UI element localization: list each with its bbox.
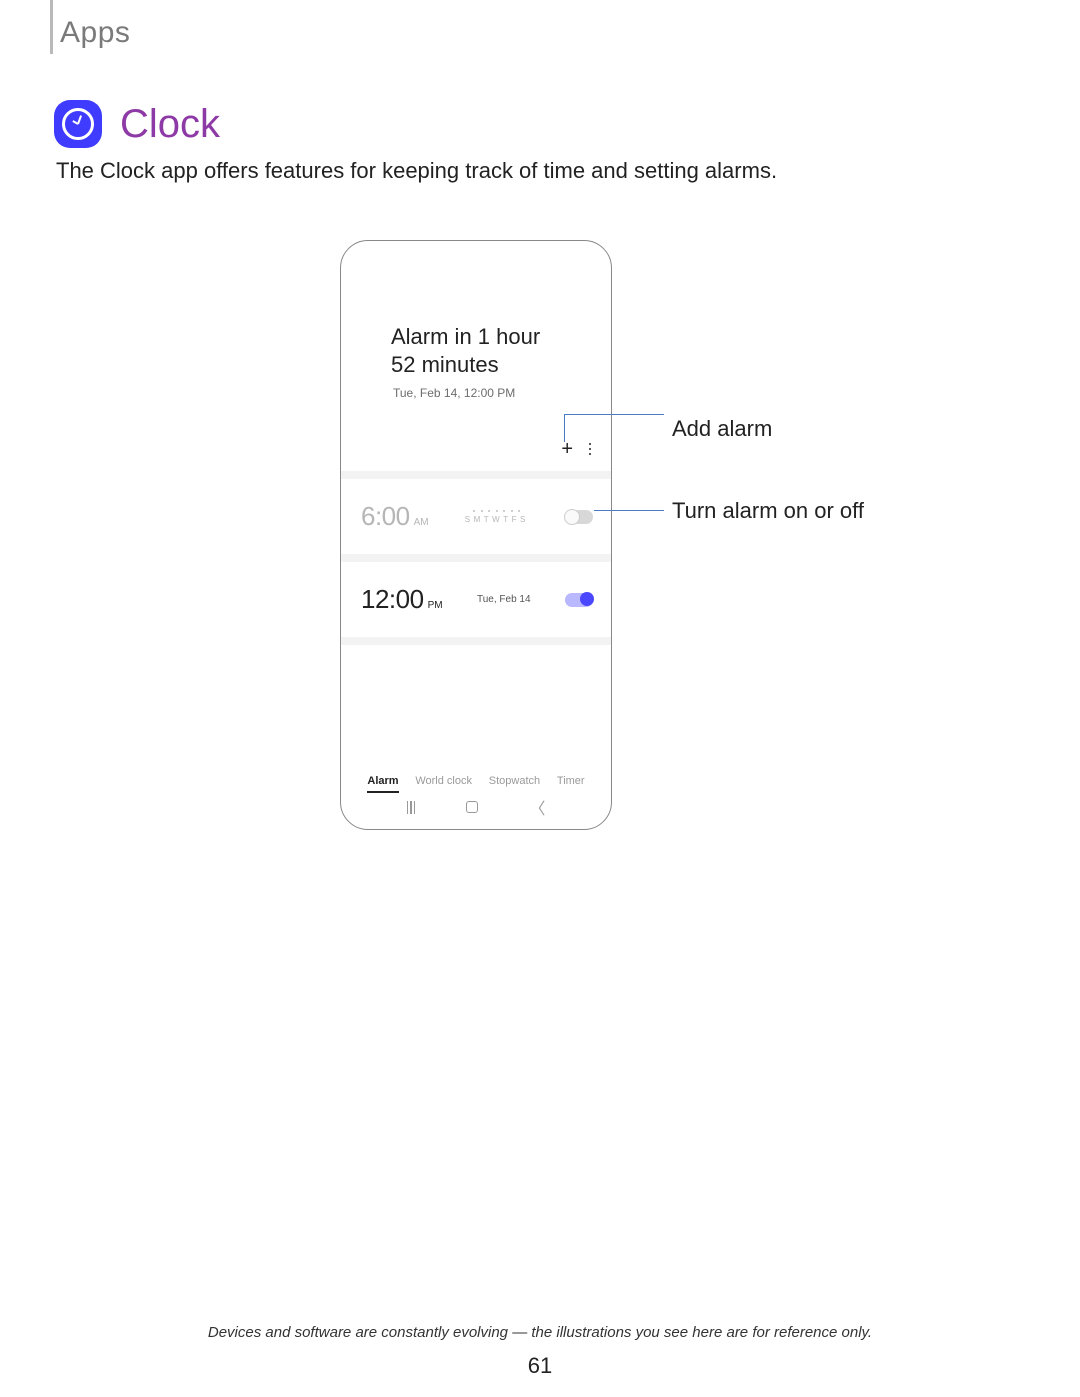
callout-add-alarm: Add alarm	[672, 416, 772, 442]
alarm-row[interactable]: 12:00 PM Tue, Feb 14	[341, 562, 611, 637]
tab-stopwatch[interactable]: Stopwatch	[489, 775, 540, 793]
alarm-time-value: 12:00	[361, 584, 424, 615]
callout-toggle-alarm: Turn alarm on or off	[672, 498, 864, 524]
title-row: Clock	[54, 100, 220, 148]
alarm-time-value: 6:00	[361, 501, 410, 532]
header-divider	[50, 0, 53, 54]
breadcrumb: Apps	[60, 16, 130, 50]
alarm-time-ampm: AM	[414, 517, 429, 528]
list-divider	[341, 554, 611, 562]
alarm-toggle[interactable]	[565, 593, 593, 607]
list-divider	[341, 471, 611, 479]
tab-timer[interactable]: Timer	[557, 775, 585, 793]
tab-alarm[interactable]: Alarm	[367, 775, 398, 793]
tab-world-clock[interactable]: World clock	[415, 775, 472, 793]
action-row: +	[561, 439, 593, 459]
alarm-days-text: SMTWTFS	[465, 515, 529, 524]
nav-recents-icon[interactable]	[407, 801, 416, 814]
list-divider	[341, 637, 611, 645]
alarm-toggle[interactable]	[565, 510, 593, 524]
bottom-tabs: Alarm World clock Stopwatch Timer	[341, 775, 611, 793]
more-options-icon[interactable]	[587, 441, 593, 457]
alarm-next-date: Tue, Feb 14, 12:00 PM	[391, 386, 587, 400]
clock-app-icon	[54, 100, 102, 148]
intro-text: The Clock app offers features for keepin…	[56, 158, 777, 184]
alarm-time: 12:00 PM	[361, 584, 443, 615]
callout-line	[564, 414, 664, 415]
footer-note: Devices and software are constantly evol…	[0, 1324, 1080, 1341]
page-number: 61	[0, 1353, 1080, 1379]
nav-home-icon[interactable]	[466, 801, 478, 813]
alarm-status: Alarm in 1 hour 52 minutes	[391, 323, 587, 378]
nav-back-icon[interactable]: 〈	[529, 795, 545, 819]
alarm-row[interactable]: 6:00 AM SMTWTFS	[341, 479, 611, 554]
alarm-time: 6:00 AM	[361, 501, 429, 532]
system-navbar: 〈	[341, 795, 611, 819]
callout-line	[564, 414, 565, 442]
phone-mockup: Alarm in 1 hour 52 minutes Tue, Feb 14, …	[340, 240, 612, 830]
callout-line	[594, 510, 664, 511]
alarm-status-line2: 52 minutes	[391, 351, 587, 379]
add-alarm-icon[interactable]: +	[561, 439, 573, 459]
phone-header: Alarm in 1 hour 52 minutes Tue, Feb 14, …	[341, 241, 611, 400]
alarm-list: 6:00 AM SMTWTFS 12:00 PM Tue, Feb 14	[341, 471, 611, 645]
alarm-time-ampm: PM	[428, 600, 443, 611]
alarm-sublabel: Tue, Feb 14	[477, 594, 531, 605]
page-title: Clock	[120, 102, 220, 147]
alarm-status-line1: Alarm in 1 hour	[391, 323, 587, 351]
alarm-days: SMTWTFS	[465, 510, 529, 524]
